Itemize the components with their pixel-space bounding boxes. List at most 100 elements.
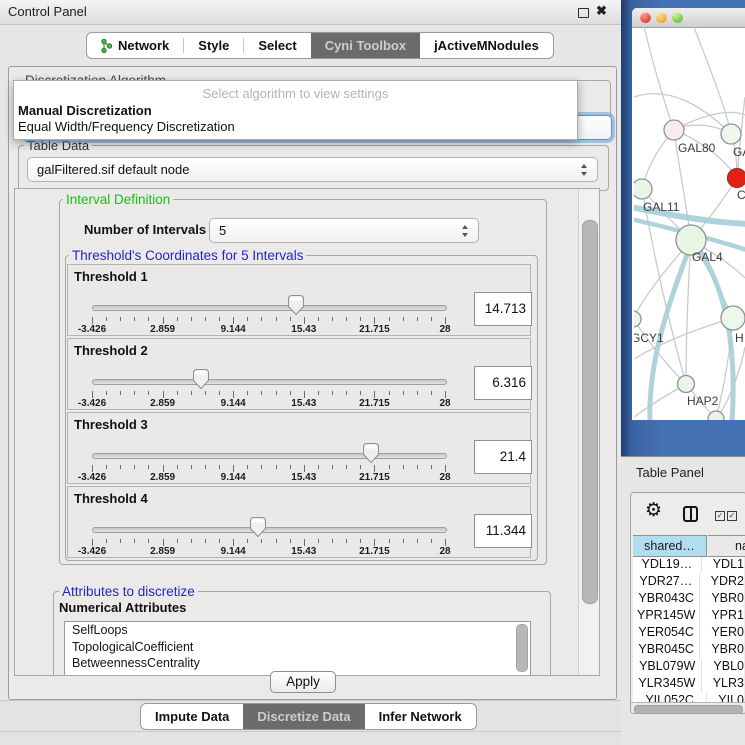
- cell-name[interactable]: YER0: [700, 625, 744, 642]
- column-header-shared[interactable]: shared…: [633, 535, 707, 557]
- cell-name[interactable]: YDL1: [702, 557, 744, 574]
- tab-cyni-toolbox[interactable]: Cyni Toolbox: [311, 33, 420, 58]
- select-none-checkbox-icon[interactable]: [727, 511, 737, 521]
- table-row[interactable]: YDL19…YDL1: [633, 557, 744, 574]
- horizontal-scrollbar-thumb[interactable]: [634, 705, 743, 714]
- tab-jactivemnodules[interactable]: jActiveMNodules: [420, 33, 553, 58]
- control-panel-titlebar: Control Panel ✖: [0, 0, 621, 25]
- cell-name[interactable]: YBL0: [702, 659, 744, 676]
- cell-shared-name[interactable]: YBR043C: [633, 591, 700, 608]
- tab-style[interactable]: Style: [184, 33, 243, 58]
- close-traffic-light-icon[interactable]: [640, 12, 651, 23]
- cell-shared-name[interactable]: YBR045C: [633, 642, 700, 659]
- cell-name[interactable]: YBR0: [700, 642, 744, 659]
- numerical-attributes-list[interactable]: SelfLoopsTopologicalCoefficientBetweenne…: [64, 621, 531, 676]
- tab-select[interactable]: Select: [244, 33, 310, 58]
- network-node[interactable]: [728, 169, 745, 188]
- slider-track[interactable]: [92, 453, 447, 459]
- network-node[interactable]: [634, 311, 641, 327]
- slider-thumb[interactable]: [287, 294, 305, 316]
- cell-name[interactable]: YBR0: [700, 591, 744, 608]
- tick-label: 15.43: [291, 472, 316, 483]
- tab-discretize-data[interactable]: Discretize Data: [243, 704, 364, 729]
- list-item-topologicalcoefficient[interactable]: TopologicalCoefficient: [65, 639, 530, 656]
- tick-mark: [276, 539, 277, 543]
- cell-shared-name[interactable]: YER054C: [633, 625, 700, 642]
- network-node[interactable]: [721, 306, 745, 330]
- zoom-traffic-light-icon[interactable]: [672, 12, 683, 23]
- cell-shared-name[interactable]: YPR145W: [633, 608, 700, 625]
- cell-name[interactable]: YLR3: [702, 676, 744, 693]
- tick-mark: [219, 539, 220, 543]
- tab-label: Discretize Data: [257, 709, 350, 724]
- columns-icon[interactable]: [683, 506, 698, 522]
- list-item-selfloops[interactable]: SelfLoops: [65, 622, 530, 639]
- tick-mark: [445, 539, 446, 546]
- network-node[interactable]: [678, 376, 695, 393]
- cell-shared-name[interactable]: YLR345W: [633, 676, 702, 693]
- network-node[interactable]: [634, 179, 652, 199]
- slider-thumb[interactable]: [362, 442, 380, 464]
- cell-name[interactable]: YIL0: [707, 693, 744, 702]
- select-all-checkbox-icon[interactable]: [715, 511, 725, 521]
- threshold-value-field[interactable]: 11.344: [474, 514, 532, 548]
- number-of-intervals-select[interactable]: 5: [209, 218, 479, 243]
- apply-button[interactable]: Apply: [270, 671, 336, 693]
- table-row[interactable]: YIL052CYIL0: [633, 693, 744, 702]
- cell-shared-name[interactable]: YDL19…: [633, 557, 702, 574]
- gear-icon[interactable]: ⚙: [645, 499, 662, 521]
- network-window-titlebar[interactable]: [632, 8, 745, 28]
- list-item-betweennesscentrality[interactable]: BetweennessCentrality: [65, 655, 530, 672]
- slider-ticks: [92, 465, 445, 473]
- stepper-arrows-icon: [462, 225, 469, 237]
- network-edge[interactable]: [644, 27, 674, 130]
- tick-mark: [403, 391, 404, 395]
- network-view-window[interactable]: GAL80GACGAL11GAL4GCY1HHAP2: [632, 8, 745, 420]
- table-row[interactable]: YDR27…YDR2: [633, 574, 744, 591]
- tick-mark: [106, 539, 107, 543]
- network-node[interactable]: [664, 120, 684, 140]
- table-row[interactable]: YER054CYER0: [633, 625, 744, 642]
- threshold-value-field[interactable]: 6.316: [474, 366, 532, 400]
- cell-shared-name[interactable]: YBL079W: [633, 659, 702, 676]
- cell-name[interactable]: YDR2: [700, 574, 744, 591]
- tab-impute-data[interactable]: Impute Data: [141, 704, 243, 729]
- cell-shared-name[interactable]: YIL052C: [633, 693, 707, 702]
- slider-track[interactable]: [92, 379, 447, 385]
- settings-scrollbar-thumb[interactable]: [582, 220, 598, 604]
- threshold-value-field[interactable]: 14.713: [474, 292, 532, 326]
- table-row[interactable]: YPR145WYPR1: [633, 608, 744, 625]
- network-edge[interactable]: [634, 384, 686, 417]
- list-scrollbar[interactable]: [516, 624, 528, 672]
- cell-shared-name[interactable]: YDR27…: [633, 574, 700, 591]
- slider-track[interactable]: [92, 305, 447, 311]
- tick-mark: [290, 391, 291, 395]
- threshold-value-field[interactable]: 21.4: [474, 440, 532, 474]
- tick-mark: [163, 465, 164, 472]
- algorithm-option-manual-discretization[interactable]: Manual Discretization: [14, 103, 577, 119]
- tick-label: 15.43: [291, 546, 316, 557]
- table-row[interactable]: YBR043CYBR0: [633, 591, 744, 608]
- slider-thumb[interactable]: [249, 516, 267, 538]
- tick-mark: [247, 317, 248, 321]
- tab-network[interactable]: Network: [87, 33, 183, 58]
- table-rows: YDL19…YDL1YDR27…YDR2YBR043CYBR0YPR145WYP…: [633, 557, 744, 702]
- slider-track[interactable]: [92, 527, 447, 533]
- slider-thumb[interactable]: [192, 368, 210, 390]
- tick-mark: [205, 391, 206, 395]
- column-header-name[interactable]: na: [708, 535, 745, 557]
- table-row[interactable]: YBL079WYBL0: [633, 659, 744, 676]
- close-icon[interactable]: ✖: [596, 3, 607, 19]
- table-row[interactable]: YBR045CYBR0: [633, 642, 744, 659]
- tick-mark: [163, 391, 164, 398]
- cell-name[interactable]: YPR1: [700, 608, 744, 625]
- horizontal-scrollbar-track[interactable]: [631, 702, 745, 714]
- float-window-icon[interactable]: [578, 8, 589, 18]
- network-node[interactable]: [721, 124, 741, 144]
- table-row[interactable]: YLR345WYLR3: [633, 676, 744, 693]
- tab-infer-network[interactable]: Infer Network: [365, 704, 476, 729]
- table-data-select[interactable]: galFiltered.sif default node: [27, 157, 598, 182]
- network-canvas[interactable]: GAL80GACGAL11GAL4GCY1HHAP2: [634, 27, 745, 420]
- algorithm-option-equal-width-frequency-discretization[interactable]: Equal Width/Frequency Discretization: [14, 119, 577, 135]
- minimize-traffic-light-icon[interactable]: [656, 12, 667, 23]
